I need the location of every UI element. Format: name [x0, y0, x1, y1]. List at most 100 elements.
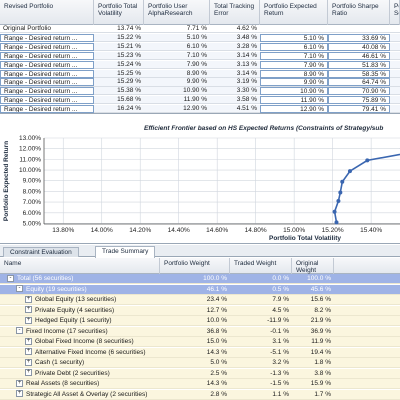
- weight-cell: 46.1 %: [206, 285, 227, 293]
- trade-summary-row[interactable]: + Strategic All Asset & Overlay (2 securi…: [0, 389, 400, 400]
- trade-summary-row[interactable]: + Cash (1 security) 5.0 % 3.2 % 1.8 %: [0, 358, 400, 369]
- frontier-cell[interactable]: 9.90 %: [260, 78, 328, 87]
- frontier-cell: 15.38 %: [117, 87, 141, 95]
- col-tracking-error[interactable]: Total Tracking Error: [210, 0, 260, 25]
- trade-summary-row[interactable]: + Hedged Equity (1 security) 10.0 % -11.9 %…: [0, 316, 400, 327]
- frontier-cell[interactable]: Range - Desired return ...: [0, 105, 94, 113]
- row-name-cell: + Strategic All Asset & Overlay (2 securi…: [13, 390, 160, 400]
- y-tick-label: 9.00%: [23, 178, 42, 185]
- frontier-row[interactable]: Range - Desired return ... 15.38 % 10.90 %…: [0, 87, 400, 96]
- frontier-row[interactable]: Range - Desired return ... 15.22 % 5.10 % 3…: [0, 33, 400, 43]
- frontier-cell: 9.90 %: [186, 78, 207, 86]
- frontier-cell[interactable]: 12.90 %: [260, 105, 328, 113]
- tab-constraint-evaluation[interactable]: Constraint Evaluation: [3, 247, 79, 257]
- expand-icon[interactable]: +: [25, 306, 32, 314]
- frontier-cell: [390, 87, 400, 95]
- col-sharpe-ratio[interactable]: Portfolio Sharpe Ratio: [328, 0, 390, 25]
- frontier-cell: 64.74 %: [328, 78, 390, 87]
- frontier-cell[interactable]: Range - Desired return ...: [0, 60, 94, 69]
- trade-summary-row[interactable]: - Fixed Income (17 securities) 36.8 % -0.1 …: [0, 326, 400, 337]
- weight-cell: 15.0 %: [206, 338, 227, 345]
- frontier-cell: 15.22 %: [117, 33, 141, 41]
- frontier-cell: 7.10 %: [186, 51, 207, 59]
- col-original-weight[interactable]: Original Weight: [292, 258, 334, 274]
- frontier-cell: 3.19 %: [236, 78, 257, 86]
- frontier-cell: 3.30 %: [236, 87, 257, 95]
- frontier-cell[interactable]: 10.90 %: [260, 87, 328, 96]
- frontier-point: [336, 199, 341, 204]
- frontier-cell[interactable]: 11.90 %: [260, 96, 328, 105]
- frontier-cell[interactable]: Range - Desired return ...: [0, 51, 94, 60]
- trade-summary-row[interactable]: - Equity (19 securities) 46.1 % 0.5 % 45.6 %: [0, 284, 400, 295]
- frontier-row[interactable]: Range - Desired return ... 15.25 % 8.90 % 3…: [0, 69, 400, 78]
- frontier-cell: [390, 105, 400, 113]
- frontier-point: [334, 220, 339, 225]
- weight-cell: 11.9 %: [311, 338, 331, 345]
- frontier-cell[interactable]: Range - Desired return ...: [0, 69, 94, 78]
- col-traded-weight[interactable]: Traded Weight: [230, 258, 292, 274]
- col-name[interactable]: Name: [0, 258, 160, 274]
- frontier-cell[interactable]: 7.10 %: [260, 51, 328, 60]
- col-user-alpha[interactable]: Portfolio User AlphaResearch: [144, 0, 210, 25]
- frontier-row[interactable]: Range - Desired return ... 15.21 % 6.10 % 3…: [0, 42, 400, 51]
- trade-summary-row[interactable]: + Global Equity (13 securities) 23.4 % 7.9 …: [0, 295, 400, 306]
- frontier-cell[interactable]: 8.90 %: [260, 69, 328, 78]
- col-truncated[interactable]: Po Se: [390, 0, 400, 25]
- frontier-row[interactable]: Range - Desired return ... 15.23 % 7.10 % 3…: [0, 51, 400, 60]
- x-tick-label: 14.80%: [245, 227, 267, 234]
- collapse-icon[interactable]: -: [7, 274, 14, 282]
- expand-icon[interactable]: +: [25, 337, 32, 345]
- frontier-cell[interactable]: 7.90 %: [260, 60, 328, 69]
- frontier-cell[interactable]: [260, 25, 328, 33]
- frontier-row[interactable]: Range - Desired return ... 16.24 % 12.90 %…: [0, 105, 400, 113]
- frontier-row[interactable]: Original Portfolio 13.74 % 7.71 % 4.62 %: [0, 25, 400, 34]
- expand-icon[interactable]: +: [25, 358, 32, 366]
- weight-cell: 100.0 %: [307, 275, 331, 282]
- frontier-cell[interactable]: Range - Desired return ...: [0, 78, 94, 87]
- expand-icon[interactable]: +: [25, 295, 32, 303]
- trade-summary-row[interactable]: + Global Fixed Income (8 securities) 15.0 …: [0, 337, 400, 348]
- frontier-cell[interactable]: Range - Desired return ...: [0, 33, 94, 42]
- weight-cell: 1.1 %: [272, 390, 289, 398]
- trade-summary-row[interactable]: + Alternative Fixed Income (6 securities)…: [0, 347, 400, 358]
- trade-summary-row[interactable]: + Real Assets (8 securities) 14.3 % -1.5 % 1…: [0, 379, 400, 390]
- trade-summary-row[interactable]: + Private Debt (2 securities) 2.5 % -1.3 % 3…: [0, 368, 400, 379]
- collapse-icon[interactable]: -: [16, 327, 23, 335]
- frontier-cell[interactable]: Range - Desired return ...: [0, 96, 94, 105]
- expand-icon[interactable]: +: [25, 369, 32, 377]
- col-portfolio-weight[interactable]: Portfolio Weight: [160, 258, 230, 274]
- frontier-cell: 79.41 %: [328, 105, 390, 113]
- frontier-table-header: Revised Portfolio Portfolio Total Volati…: [0, 0, 400, 25]
- frontier-cell[interactable]: Original Portfolio: [0, 25, 94, 33]
- col-expected-return[interactable]: Portfolio Expected Return: [260, 0, 328, 25]
- weight-cell: 4.5 %: [272, 306, 289, 314]
- frontier-cell: 15.21 %: [117, 42, 141, 50]
- frontier-row[interactable]: Range - Desired return ... 15.68 % 11.90 %…: [0, 96, 400, 105]
- weight-cell: 0.5 %: [272, 285, 289, 293]
- expand-icon[interactable]: +: [25, 316, 32, 324]
- collapse-icon[interactable]: -: [16, 285, 23, 293]
- col-total-volatility[interactable]: Portfolio Total Volatility: [94, 0, 144, 25]
- expand-icon[interactable]: +: [25, 348, 32, 356]
- frontier-row[interactable]: Range - Desired return ... 15.29 % 9.90 % 3…: [0, 78, 400, 87]
- row-label: Cash (1 security): [35, 359, 85, 366]
- frontier-cell: 15.68 %: [117, 96, 141, 104]
- trade-summary-header: Name Portfolio Weight Traded Weight Orig…: [0, 258, 400, 274]
- weight-cell: 21.9 %: [310, 317, 331, 324]
- tab-trade-summary[interactable]: Trade Summary: [95, 246, 156, 258]
- row-label: Strategic All Asset & Overlay (2 securit…: [26, 390, 148, 398]
- expand-icon[interactable]: +: [16, 390, 23, 398]
- row-label: Global Fixed Income (8 securities): [35, 338, 134, 345]
- frontier-cell[interactable]: Range - Desired return ...: [0, 42, 94, 51]
- frontier-cell[interactable]: 6.10 %: [260, 42, 328, 51]
- weight-cell: -1.5 %: [270, 380, 289, 387]
- col-revised-portfolio[interactable]: Revised Portfolio: [0, 0, 94, 25]
- trade-summary-row[interactable]: + Private Equity (4 securities) 12.7 % 4.5 …: [0, 305, 400, 316]
- frontier-cell[interactable]: Range - Desired return ...: [0, 87, 94, 96]
- weight-cell: 1.7 %: [314, 390, 331, 398]
- weight-cell: 10.0 %: [206, 317, 227, 324]
- expand-icon[interactable]: +: [16, 379, 23, 387]
- trade-summary-row[interactable]: - Total (56 securities) 100.0 % 0.0 % 100.0 …: [0, 274, 400, 285]
- frontier-row[interactable]: Range - Desired return ... 15.24 % 7.90 % 3…: [0, 60, 400, 69]
- frontier-cell[interactable]: 5.10 %: [260, 33, 328, 42]
